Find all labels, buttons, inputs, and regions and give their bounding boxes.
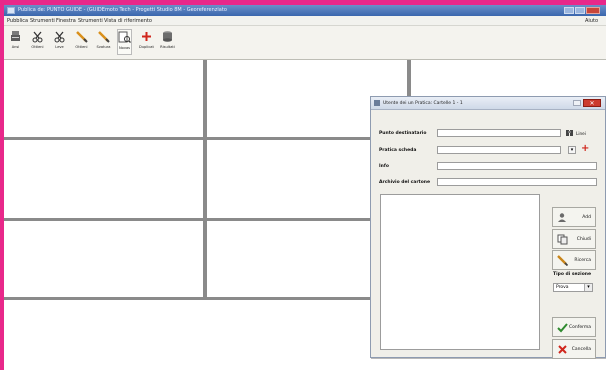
tool-ottieni-pencil-button[interactable]: Ottieni	[74, 29, 89, 55]
document-search-icon	[118, 31, 131, 43]
grid-divider-vertical	[203, 60, 207, 300]
copy-icon	[557, 234, 568, 245]
pencil-icon	[98, 31, 110, 43]
app-icon	[7, 7, 15, 14]
conferma-button[interactable]: Conferma	[552, 317, 596, 337]
pencil-icon	[76, 31, 88, 43]
menu-bar: Pubblica Strumenti Finestra Strumenti Vi…	[4, 16, 606, 26]
tool-leve-button[interactable]: Leve	[52, 29, 67, 55]
tool-ottieni-button[interactable]: Ottieni	[30, 29, 45, 55]
scissors-icon	[32, 31, 43, 43]
checkmark-icon	[557, 323, 568, 333]
server-icon	[11, 31, 20, 41]
add-button[interactable]: Add	[552, 207, 596, 227]
dialog-title-bar: Utente dei un Pratica: Cartelle 1 - 1 ✕	[371, 97, 605, 110]
application-window: Publica de: PUNTO GUIDE - (GUIDEmoto Tec…	[4, 5, 606, 370]
tool-label: Risultati	[160, 45, 175, 49]
punto-field[interactable]	[437, 129, 561, 137]
close-icon	[558, 345, 567, 354]
maximize-button[interactable]	[575, 7, 585, 14]
menu-help[interactable]: Aiuto	[585, 18, 598, 24]
title-bar: Publica de: PUNTO GUIDE - (GUIDEmoto Tec…	[4, 5, 606, 16]
conferma-label: Conferma	[568, 325, 591, 330]
dialog-title: Utente dei un Pratica: Cartelle 1 - 1	[383, 101, 463, 106]
menu-pubblica[interactable]: Pubblica	[7, 18, 28, 24]
tool-svatura-button[interactable]: Svatura	[96, 29, 111, 55]
tool-label: Duplicato	[139, 45, 154, 49]
pencil-icon	[557, 255, 568, 266]
cancella-button[interactable]: Cancella	[552, 339, 596, 359]
toolbar: Ansi Ottieni Leve Ottieni Svatura Novas …	[4, 26, 606, 60]
dialog-minimize-button[interactable]	[573, 100, 581, 106]
tool-label: Novas	[118, 46, 131, 50]
menu-strumenti[interactable]: Strumenti	[30, 18, 55, 24]
database-icon	[163, 31, 172, 42]
chevron-down-icon: ▾	[584, 284, 592, 291]
pratica-dialog: Utente dei un Pratica: Cartelle 1 - 1 ✕ …	[370, 96, 606, 359]
minimize-button[interactable]	[564, 7, 574, 14]
tipo-select[interactable]: Prova ▾	[553, 283, 593, 292]
cartelle-list[interactable]	[380, 194, 540, 350]
cancella-label: Cancella	[571, 347, 591, 352]
menu-vista[interactable]: Vista di riferimento	[104, 18, 152, 24]
menu-strumenti-2[interactable]: Strumenti	[78, 18, 103, 24]
tool-risultati-button[interactable]: Risultati	[160, 29, 175, 55]
info-label: Info	[379, 164, 389, 169]
punto-label: Punto destinatario	[379, 131, 427, 136]
info-field[interactable]	[437, 162, 597, 170]
dialog-app-icon	[374, 100, 380, 106]
tool-label: Ansi	[11, 45, 20, 49]
tool-label: Svatura	[96, 45, 111, 49]
add-pratica-icon[interactable]: +	[581, 144, 589, 154]
close-button[interactable]	[586, 7, 600, 14]
ricerca-button[interactable]: Ricerca	[552, 250, 596, 270]
tool-label: Ottieni	[75, 45, 88, 49]
tool-duplicato-button[interactable]: Duplicato	[139, 29, 154, 55]
pratica-dropdown-button[interactable]: ▾	[568, 146, 576, 154]
tool-ansi-button[interactable]: Ansi	[8, 29, 23, 55]
archivio-field[interactable]	[437, 178, 597, 186]
tipo-label: Tipo di sezione	[553, 272, 592, 277]
tipo-value: Prova	[556, 285, 569, 290]
chiudi-button[interactable]: Chiudi	[552, 229, 596, 249]
punto-side-label: Linei	[576, 131, 586, 136]
menu-finestra[interactable]: Finestra	[56, 18, 76, 24]
tool-novas-button[interactable]: Novas	[117, 29, 132, 55]
tool-label: Leve	[55, 45, 64, 49]
tool-label: Ottieni	[31, 45, 44, 49]
person-add-icon	[558, 213, 566, 222]
scissors-icon	[54, 31, 65, 43]
window-title: Publica de: PUNTO GUIDE - (GUIDEmoto Tec…	[18, 7, 227, 13]
ricerca-label: Ricerca	[574, 258, 591, 263]
window-controls	[564, 7, 600, 14]
plus-icon	[142, 32, 151, 41]
pratica-label: Pratica scheda	[379, 148, 417, 153]
chiudi-label: Chiudi	[576, 237, 591, 242]
pratica-field[interactable]	[437, 146, 561, 154]
dialog-close-button[interactable]: ✕	[583, 99, 601, 107]
archivio-label: Archivio del cartone	[379, 180, 431, 185]
binoculars-icon[interactable]	[565, 128, 574, 137]
add-label: Add	[582, 215, 591, 220]
